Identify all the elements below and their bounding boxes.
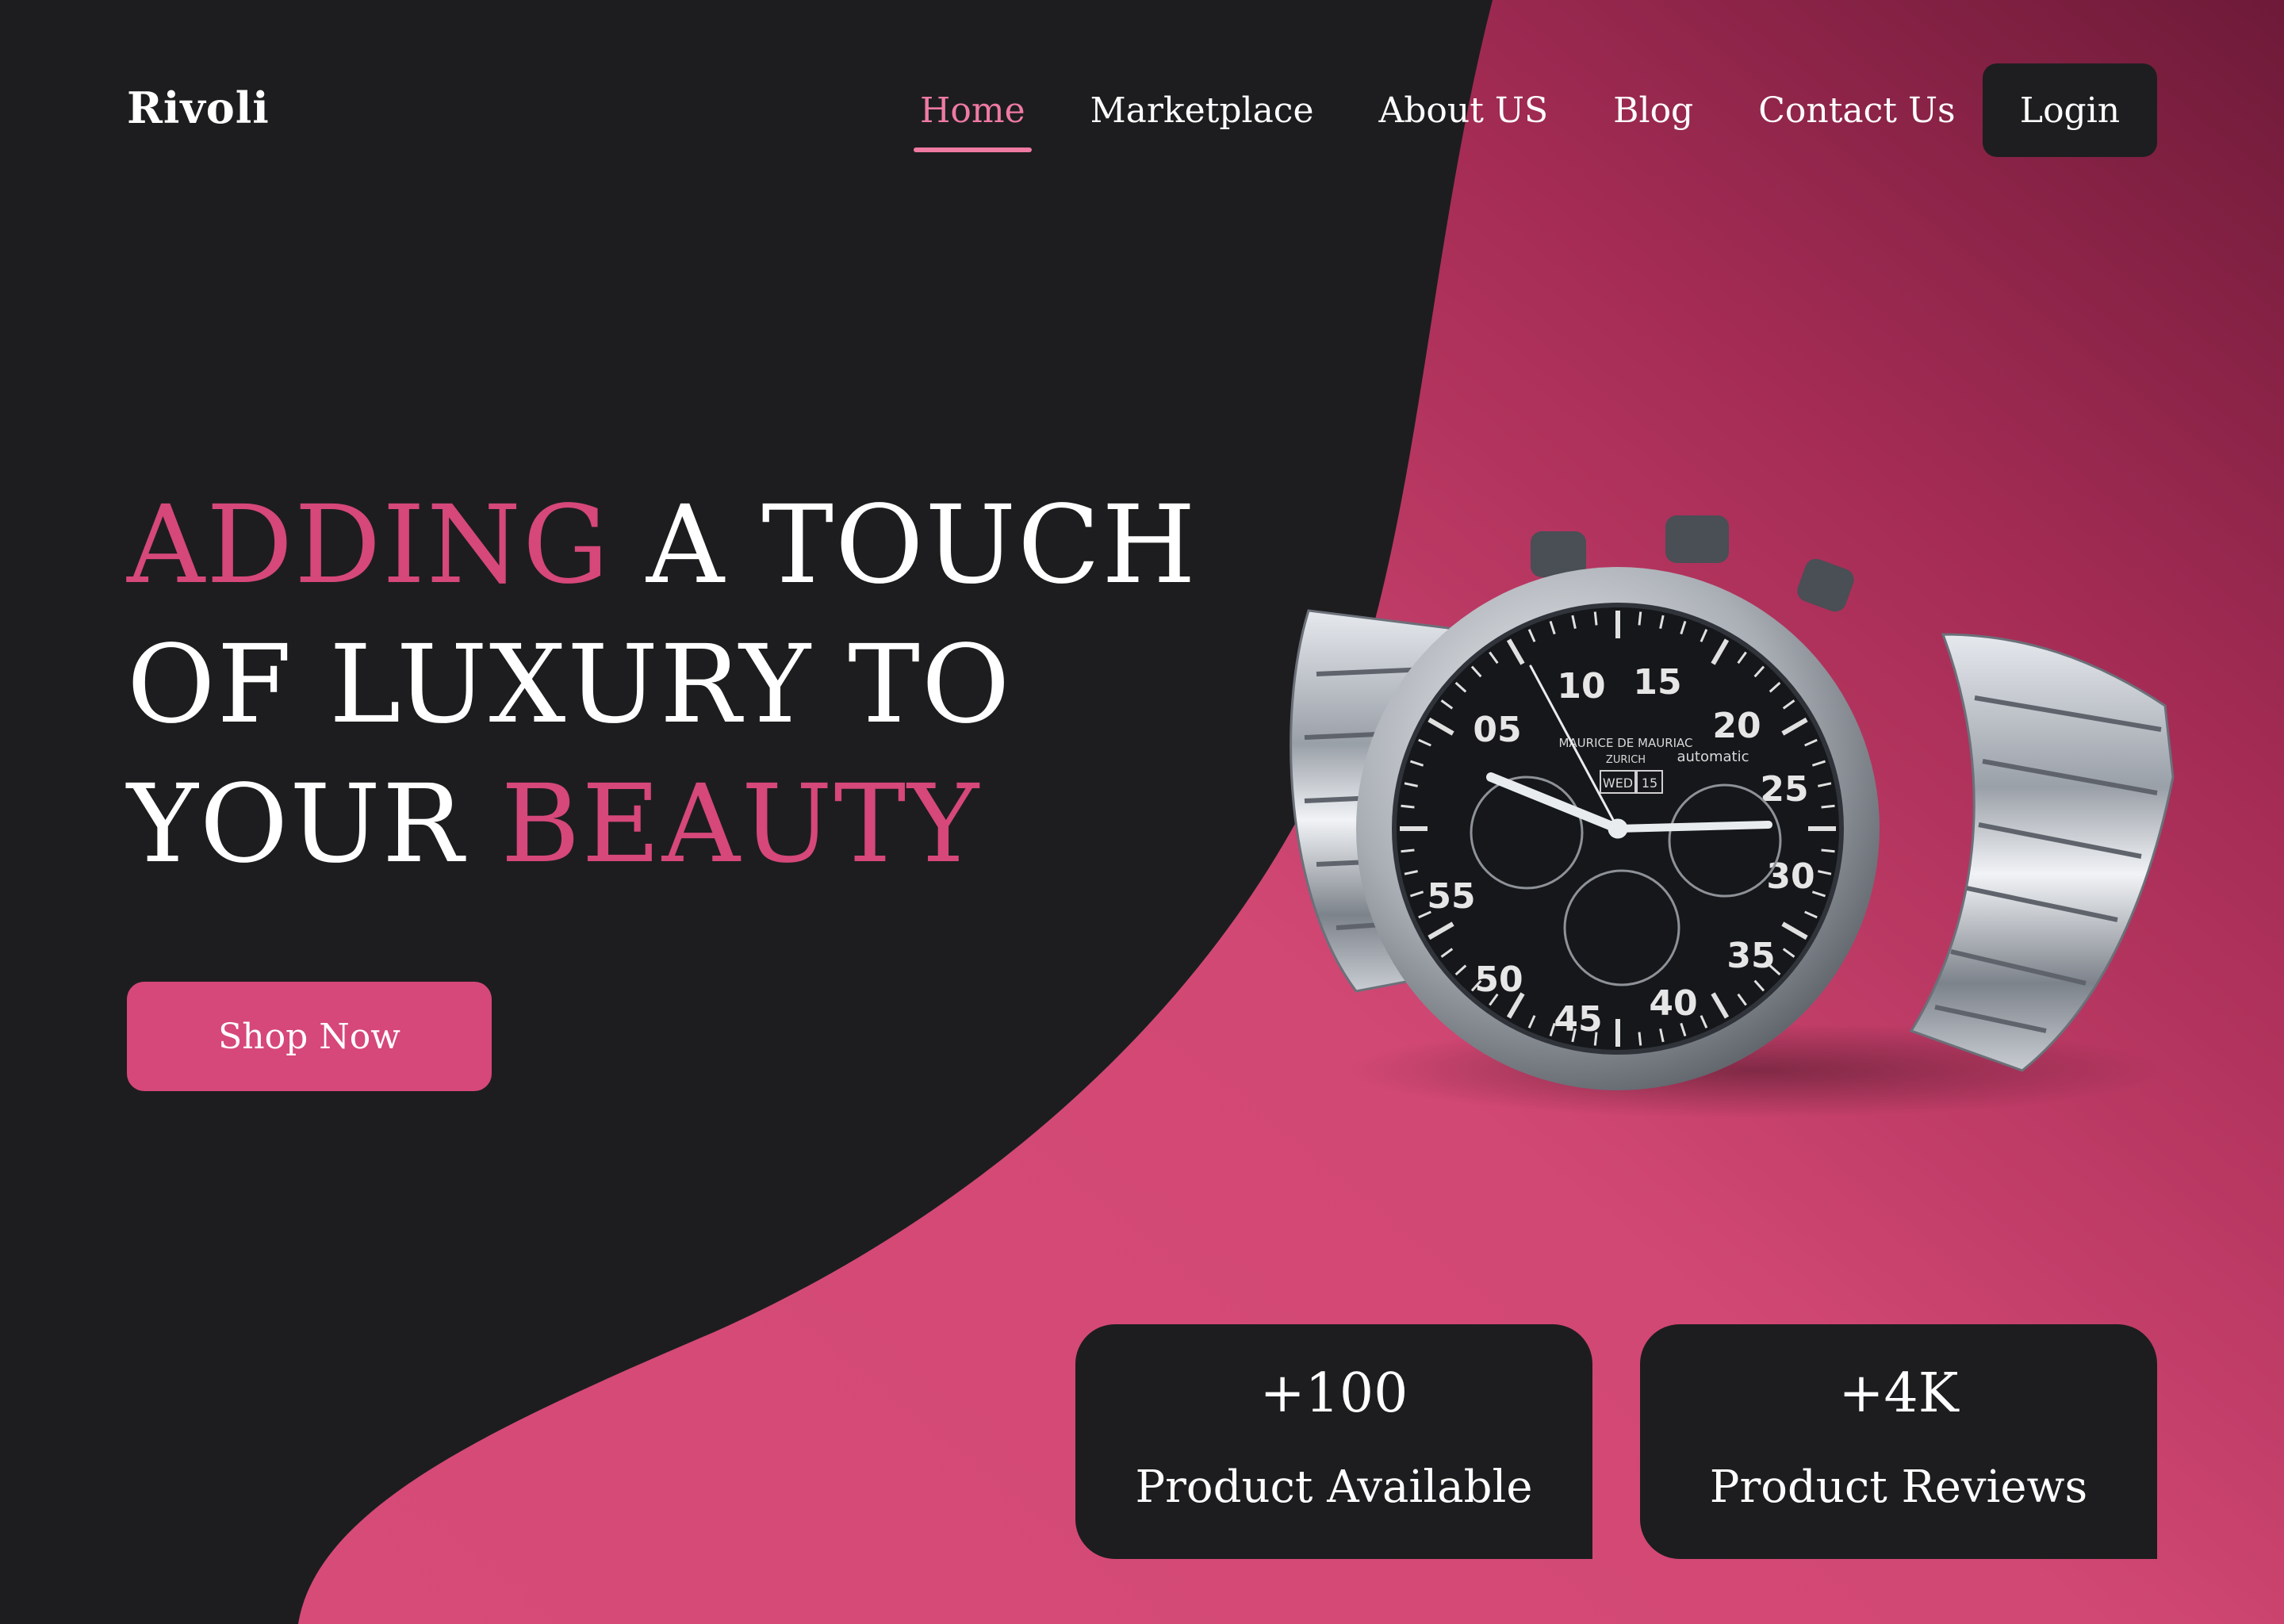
- nav-item-home[interactable]: Home: [914, 89, 1032, 152]
- watch-date-window: 15: [1642, 776, 1657, 791]
- nav-item-contact-us[interactable]: Contact Us: [1758, 89, 1955, 133]
- watch-tick: [1638, 611, 1642, 626]
- nav-item-about-us[interactable]: About US: [1378, 89, 1548, 133]
- hero-headline: ADDING A TOUCH OF LUXURY TO YOUR BEAUTY: [127, 476, 1198, 894]
- stat-card-reviews: +4K Product Reviews: [1640, 1324, 2157, 1559]
- headline-line-1: ADDING A TOUCH: [127, 476, 1198, 615]
- headline-text-your: YOUR: [127, 762, 501, 887]
- watch-automatic-text: automatic: [1677, 749, 1749, 765]
- headline-text-touch: A TOUCH: [610, 483, 1198, 608]
- shop-now-button[interactable]: Shop Now: [127, 982, 492, 1091]
- numeral-30: 30: [1766, 856, 1815, 897]
- headline-accent-beauty: BEAUTY: [500, 762, 981, 887]
- stat-value-products: +100: [1259, 1362, 1408, 1425]
- nav-item-marketplace[interactable]: Marketplace: [1090, 89, 1314, 133]
- watch-tick: [1401, 848, 1415, 853]
- watch-tick: [1821, 848, 1835, 853]
- watch-tick: [1593, 611, 1598, 626]
- numeral-55: 55: [1427, 876, 1475, 917]
- stat-card-products: +100 Product Available: [1075, 1324, 1592, 1559]
- numeral-35: 35: [1726, 936, 1775, 976]
- stat-label-reviews: Product Reviews: [1709, 1461, 2088, 1513]
- nav-item-blog[interactable]: Blog: [1613, 89, 1693, 133]
- numeral-05: 05: [1473, 710, 1521, 750]
- watch-image: 05 10 15 20 25 30 35 40 45 50 55 MAURICE…: [1290, 515, 2175, 1118]
- numeral-10: 10: [1557, 666, 1605, 707]
- watch-day-window: WED: [1603, 776, 1633, 791]
- numeral-20: 20: [1712, 706, 1761, 746]
- watch-tick: [1821, 804, 1835, 809]
- main-nav: Home Marketplace About US Blog Contact U…: [914, 89, 1956, 152]
- watch-brand-text: MAURICE DE MAURIAC: [1558, 736, 1692, 750]
- brand-logo[interactable]: Rivoli: [127, 82, 270, 133]
- watch-tick: [1638, 1032, 1642, 1046]
- headline-accent-adding: ADDING: [127, 483, 611, 608]
- numeral-15: 15: [1633, 662, 1681, 703]
- login-button[interactable]: Login: [1983, 63, 2157, 157]
- numeral-40: 40: [1649, 983, 1697, 1024]
- stat-label-products: Product Available: [1135, 1461, 1533, 1513]
- watch-city-text: ZURICH: [1606, 754, 1646, 766]
- headline-line-3: YOUR BEAUTY: [127, 755, 1198, 894]
- numeral-50: 50: [1474, 959, 1523, 1000]
- numeral-45: 45: [1554, 999, 1602, 1040]
- stat-value-reviews: +4K: [1838, 1362, 1959, 1425]
- headline-line-2: OF LUXURY TO: [127, 622, 1012, 748]
- watch-tick: [1401, 804, 1415, 809]
